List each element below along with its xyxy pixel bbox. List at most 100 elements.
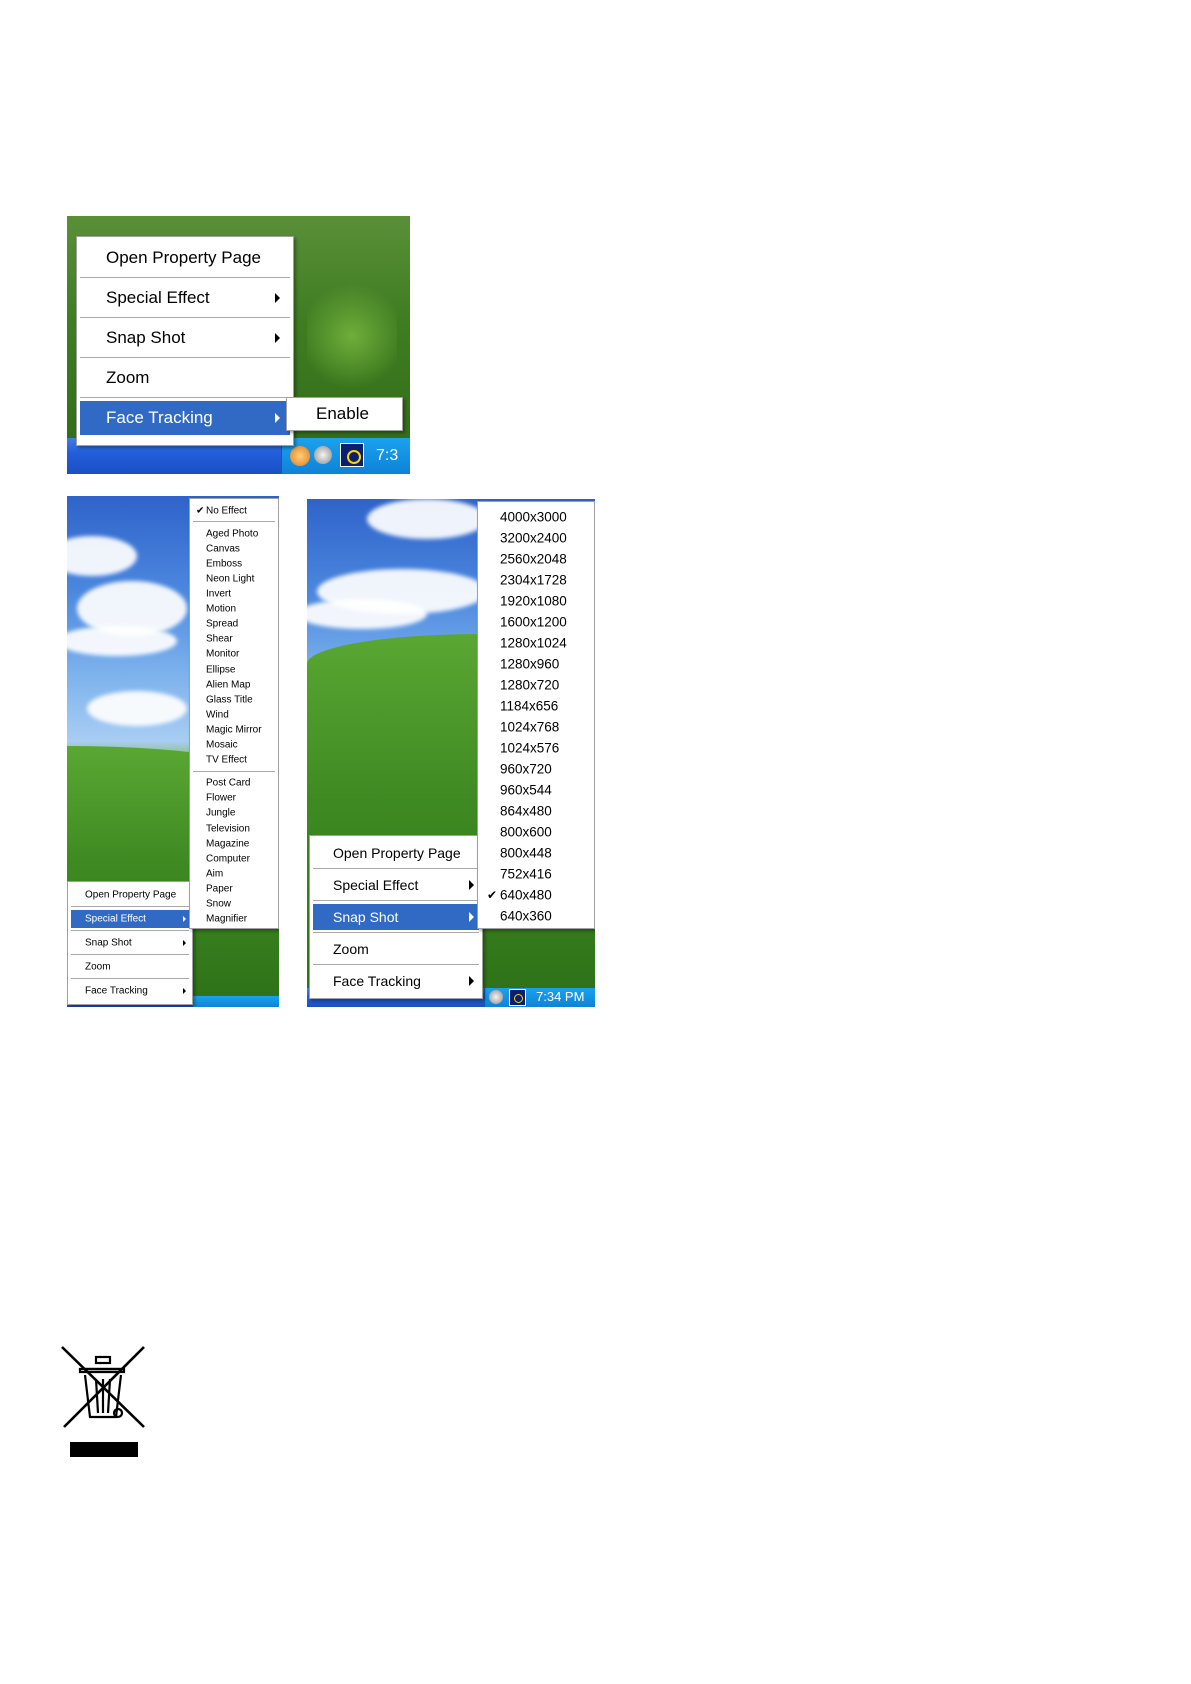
resolution-label: 4000x3000	[500, 509, 567, 524]
menu-item-face-tracking[interactable]: Face Tracking	[71, 982, 189, 1000]
menu-item-face-tracking[interactable]: Face Tracking	[80, 401, 290, 435]
resolution-item[interactable]: 4000x3000	[481, 506, 591, 527]
camera-tray-icon[interactable]	[340, 443, 364, 467]
menu-item-enable[interactable]: Enable	[290, 401, 399, 427]
effect-item[interactable]: Emboss	[193, 556, 275, 571]
network-icon[interactable]	[314, 446, 332, 464]
effect-item[interactable]: Mosaic	[193, 738, 275, 753]
resolution-label: 2304x1728	[500, 572, 567, 587]
resolution-item[interactable]: 1280x960	[481, 653, 591, 674]
effect-item[interactable]: Magazine	[193, 836, 275, 851]
menu-item-zoom[interactable]: Zoom	[71, 958, 189, 976]
resolution-item[interactable]: 800x600	[481, 821, 591, 842]
resolution-item[interactable]: 800x448	[481, 842, 591, 863]
resolution-item[interactable]: 960x720	[481, 758, 591, 779]
system-tray	[192, 996, 279, 1007]
resolution-item[interactable]: 1024x768	[481, 716, 591, 737]
menu-item-zoom[interactable]: Zoom	[313, 936, 479, 962]
snap-shot-submenu: 4000x3000 3200x2400 2560x2048 2304x1728 1920…	[477, 501, 595, 929]
resolution-item[interactable]: 1600x1200	[481, 611, 591, 632]
resolution-item[interactable]: 1280x1024	[481, 632, 591, 653]
effect-item[interactable]: TV Effect	[193, 753, 275, 768]
effect-item[interactable]: Aim	[193, 866, 275, 881]
effect-item[interactable]: Ellipse	[193, 662, 275, 677]
effect-label: Motion	[206, 603, 237, 615]
menu-item-label: Snap Shot	[106, 328, 186, 347]
effect-item[interactable]: Monitor	[193, 647, 275, 662]
menu-item-snap-shot[interactable]: Snap Shot	[71, 934, 189, 952]
menu-item-special-effect[interactable]: Special Effect	[313, 872, 479, 898]
resolution-item[interactable]: 1024x576	[481, 737, 591, 758]
effect-item[interactable]: Motion	[193, 602, 275, 617]
resolution-item[interactable]: 960x544	[481, 779, 591, 800]
network-icon[interactable]	[489, 990, 503, 1004]
menu-item-label: Special Effect	[85, 913, 146, 925]
screenshot-snap-shot: 7:34 PM Open Property Page Special Effect…	[307, 499, 595, 1007]
effect-item[interactable]: Snow	[193, 897, 275, 912]
camera-tray-icon[interactable]	[509, 989, 526, 1006]
menu-item-open-property-page[interactable]: Open Property Page	[80, 241, 290, 275]
menu-item-snap-shot[interactable]: Snap Shot	[313, 904, 479, 930]
menu-item-zoom[interactable]: Zoom	[80, 361, 290, 395]
menu-separator	[71, 978, 189, 980]
effect-item[interactable]: Canvas	[193, 541, 275, 556]
weee-crossed-bin-icon	[61, 1346, 145, 1457]
resolution-label: 752x416	[500, 866, 552, 881]
menu-item-label: Special Effect	[333, 877, 419, 893]
resolution-item[interactable]: 864x480	[481, 800, 591, 821]
effect-item[interactable]: Alien Map	[193, 677, 275, 692]
resolution-item[interactable]: 1280x720	[481, 674, 591, 695]
resolution-item[interactable]: 3200x2400	[481, 527, 591, 548]
wallpaper-highlight	[307, 276, 397, 396]
menu-item-label: Enable	[316, 404, 369, 423]
menu-item-snap-shot[interactable]: Snap Shot	[80, 321, 290, 355]
effect-item[interactable]: Invert	[193, 587, 275, 602]
effect-item[interactable]: Computer	[193, 851, 275, 866]
resolution-label: 960x544	[500, 782, 552, 797]
effect-label: Television	[206, 823, 250, 835]
effect-label: TV Effect	[206, 754, 247, 766]
resolution-label: 640x480	[500, 887, 552, 902]
effect-item[interactable]: Post Card	[193, 776, 275, 791]
menu-separator	[71, 930, 189, 932]
effect-item[interactable]: Jungle	[193, 806, 275, 821]
effect-item[interactable]: Wind	[193, 707, 275, 722]
effect-label: Invert	[206, 588, 232, 600]
effect-item[interactable]: Aged Photo	[193, 526, 275, 541]
resolution-item[interactable]: 2560x2048	[481, 548, 591, 569]
speaker-icon[interactable]	[290, 446, 310, 466]
effect-label: Canvas	[206, 543, 240, 555]
resolution-item[interactable]: 752x416	[481, 863, 591, 884]
menu-item-open-property-page[interactable]: Open Property Page	[313, 840, 479, 866]
resolution-label: 800x448	[500, 845, 552, 860]
resolution-item[interactable]: 1184x656	[481, 695, 591, 716]
menu-item-open-property-page[interactable]: Open Property Page	[71, 886, 189, 904]
menu-item-label: Open Property Page	[333, 845, 461, 861]
resolution-label: 3200x2400	[500, 530, 567, 545]
effect-item[interactable]: Shear	[193, 632, 275, 647]
effect-item[interactable]: Flower	[193, 791, 275, 806]
effect-item[interactable]: Magic Mirror	[193, 722, 275, 737]
menu-separator	[71, 954, 189, 956]
menu-item-label: Zoom	[106, 368, 150, 387]
menu-separator	[193, 521, 275, 524]
effect-item[interactable]: Paper	[193, 881, 275, 896]
effect-label: Magazine	[206, 838, 250, 850]
menu-item-face-tracking[interactable]: Face Tracking	[313, 968, 479, 994]
resolution-item[interactable]: 1920x1080	[481, 590, 591, 611]
resolution-label: 1280x960	[500, 656, 560, 671]
menu-item-special-effect[interactable]: Special Effect	[80, 281, 290, 315]
resolution-item[interactable]: ✔ 640x480	[481, 884, 591, 905]
effect-item[interactable]: Television	[193, 821, 275, 836]
resolution-item[interactable]: 2304x1728	[481, 569, 591, 590]
effect-item[interactable]: Glass Title	[193, 692, 275, 707]
effect-item[interactable]: Spread	[193, 617, 275, 632]
effect-item[interactable]: ✔ No Effect	[193, 503, 275, 518]
menu-separator	[80, 357, 290, 359]
effect-item[interactable]: Neon Light	[193, 571, 275, 586]
effect-item[interactable]: Magnifier	[193, 912, 275, 927]
resolution-item[interactable]: 640x360	[481, 905, 591, 926]
menu-item-special-effect[interactable]: Special Effect	[71, 910, 189, 928]
checkmark-icon: ✔	[196, 505, 205, 517]
resolution-label: 640x360	[500, 908, 552, 923]
